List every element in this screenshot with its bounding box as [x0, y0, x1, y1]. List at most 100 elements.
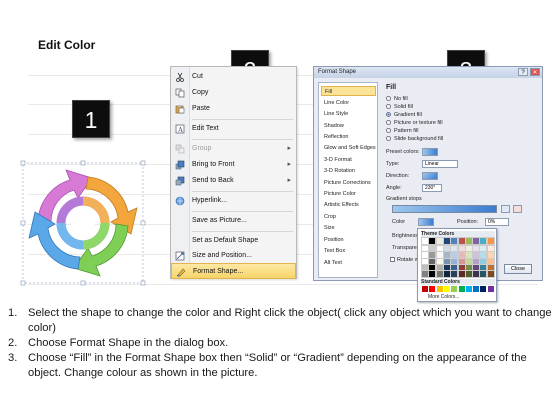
- standard-color-swatch[interactable]: [458, 286, 465, 292]
- theme-color-swatch[interactable]: [442, 263, 451, 272]
- radio-slide-background-fill[interactable]: [386, 136, 391, 141]
- radio-picture-fill[interactable]: [386, 120, 391, 125]
- theme-color-swatch[interactable]: [435, 237, 444, 245]
- nav-item-glow[interactable]: Glow and Soft Edges: [321, 143, 376, 153]
- gradient-stops-bar[interactable]: [392, 205, 497, 213]
- theme-color-swatch[interactable]: [464, 251, 473, 260]
- nav-item-3d-format[interactable]: 3-D Format: [321, 155, 376, 165]
- nav-item-shadow[interactable]: Shadow: [321, 121, 376, 131]
- theme-color-swatch[interactable]: [428, 263, 437, 272]
- theme-color-swatch[interactable]: [421, 270, 429, 278]
- nav-item-alt-text[interactable]: Alt Text: [321, 258, 376, 268]
- theme-color-swatch[interactable]: [435, 257, 444, 266]
- theme-color-swatch[interactable]: [442, 245, 451, 254]
- nav-item-fill[interactable]: Fill: [321, 86, 376, 96]
- theme-color-swatch[interactable]: [486, 257, 495, 266]
- menu-item-send-to-back[interactable]: Send to Back ▸: [171, 173, 296, 189]
- theme-color-swatch[interactable]: [457, 245, 466, 254]
- nav-item-picture-corrections[interactable]: Picture Corrections: [321, 178, 376, 188]
- theme-color-swatch[interactable]: [464, 263, 473, 272]
- menu-item-hyperlink[interactable]: Hyperlink...: [171, 193, 296, 209]
- nav-item-crop[interactable]: Crop: [321, 212, 376, 222]
- standard-color-swatch[interactable]: [422, 286, 428, 292]
- more-colors-link[interactable]: More Colors...: [428, 294, 459, 300]
- radio-solid-fill[interactable]: [386, 104, 391, 109]
- theme-color-swatch[interactable]: [428, 237, 437, 245]
- menu-item-bring-to-front[interactable]: Bring to Front ▸: [171, 157, 296, 173]
- nav-item-position[interactable]: Position: [321, 235, 376, 245]
- theme-color-swatch[interactable]: [428, 245, 437, 254]
- add-stop-button[interactable]: [501, 205, 510, 213]
- theme-color-swatch[interactable]: [457, 251, 466, 260]
- standard-color-swatch[interactable]: [487, 286, 494, 292]
- standard-color-swatch[interactable]: [443, 286, 450, 292]
- theme-color-swatch[interactable]: [486, 237, 495, 245]
- theme-color-swatch[interactable]: [435, 270, 444, 278]
- position-input[interactable]: 0%: [485, 218, 509, 226]
- menu-item-size-and-position[interactable]: Size and Position...: [171, 248, 296, 264]
- theme-color-swatch[interactable]: [486, 251, 495, 260]
- theme-color-swatch[interactable]: [464, 245, 473, 254]
- theme-color-swatch[interactable]: [464, 270, 473, 278]
- preset-colors-dropdown[interactable]: [422, 148, 438, 156]
- menu-item-cut[interactable]: Cut: [171, 69, 296, 85]
- theme-color-swatch[interactable]: [428, 251, 437, 260]
- close-window-button[interactable]: ✕: [530, 68, 540, 76]
- theme-color-swatch[interactable]: [457, 270, 466, 278]
- nav-item-artistic-effects[interactable]: Artistic Effects: [321, 200, 376, 210]
- theme-color-swatch[interactable]: [450, 237, 459, 245]
- theme-color-swatch[interactable]: [486, 270, 495, 278]
- menu-item-copy[interactable]: Copy: [171, 85, 296, 101]
- theme-color-swatch[interactable]: [442, 251, 451, 260]
- theme-color-swatch[interactable]: [464, 257, 473, 266]
- theme-color-swatch[interactable]: [442, 237, 451, 245]
- theme-color-swatch[interactable]: [472, 237, 481, 245]
- theme-color-swatch[interactable]: [450, 263, 459, 272]
- theme-color-swatch[interactable]: [479, 245, 488, 254]
- menu-item-set-default-shape[interactable]: Set as Default Shape: [171, 233, 296, 249]
- theme-color-swatch[interactable]: [479, 251, 488, 260]
- theme-color-swatch[interactable]: [457, 257, 466, 266]
- theme-color-swatch[interactable]: [472, 257, 481, 266]
- theme-color-swatch[interactable]: [479, 270, 488, 278]
- theme-color-swatch[interactable]: [457, 263, 466, 272]
- radio-pattern-fill[interactable]: [386, 128, 391, 133]
- theme-color-swatch[interactable]: [421, 251, 429, 260]
- remove-stop-button[interactable]: [513, 205, 522, 213]
- theme-color-swatch[interactable]: [428, 270, 437, 278]
- theme-color-swatch[interactable]: [428, 257, 437, 266]
- standard-color-swatch[interactable]: [480, 286, 487, 292]
- theme-color-swatch[interactable]: [435, 251, 444, 260]
- standard-color-swatch[interactable]: [465, 286, 472, 292]
- theme-color-swatch[interactable]: [464, 237, 473, 245]
- nav-item-reflection[interactable]: Reflection: [321, 132, 376, 142]
- nav-item-size[interactable]: Size: [321, 223, 376, 233]
- theme-color-swatch[interactable]: [479, 237, 488, 245]
- nav-item-line-style[interactable]: Line Style: [321, 109, 376, 119]
- menu-item-edit-text[interactable]: A Edit Text: [171, 121, 296, 137]
- theme-color-swatch[interactable]: [442, 270, 451, 278]
- nav-item-line-color[interactable]: Line Color: [321, 98, 376, 108]
- menu-item-format-shape[interactable]: Format Shape...: [171, 263, 296, 279]
- standard-color-swatch[interactable]: [451, 286, 458, 292]
- theme-color-swatch[interactable]: [479, 263, 488, 272]
- help-button[interactable]: ?: [518, 68, 528, 76]
- close-button[interactable]: Close: [504, 264, 532, 274]
- theme-color-swatch[interactable]: [421, 245, 429, 254]
- theme-color-swatch[interactable]: [421, 257, 429, 266]
- theme-color-swatch[interactable]: [450, 270, 459, 278]
- theme-color-swatch[interactable]: [421, 237, 429, 245]
- menu-item-paste[interactable]: Paste: [171, 101, 296, 117]
- type-dropdown[interactable]: Linear: [422, 160, 458, 168]
- theme-color-swatch[interactable]: [472, 251, 481, 260]
- standard-color-swatch[interactable]: [473, 286, 480, 292]
- standard-color-swatch[interactable]: [429, 286, 436, 292]
- theme-color-swatch[interactable]: [421, 263, 429, 272]
- theme-color-swatch[interactable]: [442, 257, 451, 266]
- theme-color-swatch[interactable]: [450, 251, 459, 260]
- radio-gradient-fill[interactable]: [386, 112, 391, 117]
- nav-item-3d-rotation[interactable]: 3-D Rotation: [321, 166, 376, 176]
- nav-item-text-box[interactable]: Text Box: [321, 246, 376, 256]
- theme-color-swatch[interactable]: [450, 257, 459, 266]
- circular-arrows-diagram[interactable]: [20, 160, 146, 286]
